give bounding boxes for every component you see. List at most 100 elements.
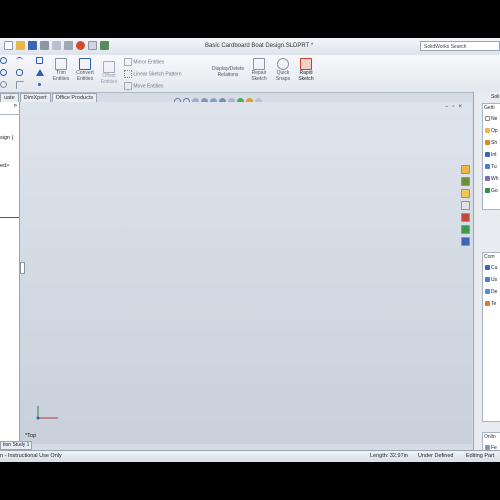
status-license: n - Instructional Use Only: [0, 453, 62, 459]
view-orientation-label: *Top: [25, 433, 37, 439]
task-pane-tabs: [461, 165, 472, 249]
solidworks-resources-icon[interactable]: [461, 165, 470, 174]
options-icon[interactable]: [100, 41, 109, 50]
repair-sketch-button[interactable]: Repair Sketch: [248, 58, 270, 82]
online-title: Onlin: [484, 434, 496, 440]
getting-started-title: Getti: [484, 105, 495, 111]
file-properties-icon[interactable]: [88, 41, 97, 50]
move-entities-button[interactable]: Move Entities: [124, 82, 163, 90]
offset-entities-button[interactable]: Offset Entities: [98, 61, 120, 85]
tab-dimxpert[interactable]: DimXpert: [19, 93, 51, 102]
polygon-icon[interactable]: [36, 69, 44, 76]
task-item-new-label: Ne: [491, 116, 498, 122]
community-item-discussion[interactable]: De: [485, 289, 497, 295]
community-item-customer[interactable]: Cu: [485, 265, 497, 271]
select-icon[interactable]: [64, 41, 73, 50]
move-label: Move Entities: [133, 83, 164, 90]
rectangle-icon[interactable]: [36, 57, 43, 64]
task-item-tutorials[interactable]: Tu: [485, 164, 497, 170]
getting-started-box: Getti Ne Op Sh Int Tu Wh Go: [482, 103, 500, 210]
forum-icon[interactable]: [461, 237, 470, 246]
task-item-whats-new[interactable]: Wh: [485, 176, 499, 182]
circle-icon[interactable]: [0, 57, 7, 64]
open-doc-icon: [485, 128, 490, 134]
open-icon[interactable]: [16, 41, 25, 50]
pattern-icon: [124, 70, 132, 78]
arc-icon[interactable]: [0, 69, 7, 76]
tab-evaluate[interactable]: uate: [0, 93, 19, 102]
spline-icon[interactable]: [16, 57, 23, 65]
rapid-sketch-button[interactable]: Rapid Sketch: [295, 58, 317, 82]
point-icon[interactable]: [38, 83, 41, 86]
file-explorer-icon[interactable]: [461, 189, 470, 198]
quick-snaps-button[interactable]: Quick Snaps: [272, 58, 294, 82]
repair-icon: [253, 58, 265, 70]
ellipse-icon[interactable]: [0, 81, 7, 88]
display-delete-relations-button[interactable]: Display/Delete Relations: [208, 66, 248, 78]
mirror-label: Mirror Entities: [133, 59, 165, 66]
feature-tree-part-name[interactable]: sign (: [0, 135, 13, 141]
customer-portal-icon: [485, 265, 490, 271]
task-item-open-label: Op: [491, 128, 498, 134]
community-box: Com Cu Us De Te: [482, 252, 500, 422]
trim-entities-button[interactable]: Trim Entities: [50, 58, 72, 82]
fillet-icon[interactable]: [16, 81, 24, 89]
user-groups-icon: [485, 277, 490, 283]
task-item-intro[interactable]: Int: [485, 152, 497, 158]
community-item-tech-alerts[interactable]: Te: [485, 301, 496, 307]
status-defined: Under Defined: [418, 453, 454, 459]
appearances-icon[interactable]: [461, 213, 470, 222]
community-item-customer-label: Cu: [491, 265, 498, 271]
whats-new-icon: [485, 176, 490, 182]
panel-separator: [0, 217, 19, 218]
tab-office-products[interactable]: Office Products: [51, 93, 98, 102]
mirror-icon: [124, 58, 132, 66]
task-pane-header: Soli: [491, 94, 500, 100]
panel-collapse-icon[interactable]: »: [14, 103, 17, 109]
quick-access-toolbar: [4, 41, 109, 50]
close-icon[interactable]: ×: [458, 104, 466, 110]
go-icon: [485, 188, 490, 194]
view-palette-icon[interactable]: [461, 201, 470, 210]
community-title: Com: [484, 254, 495, 260]
convert-icon: [79, 58, 91, 70]
window-title: Basic Cardboard Boat Design.SLDPRT *: [205, 43, 314, 49]
trim-label: Trim Entities: [52, 70, 70, 82]
task-item-new[interactable]: Ne: [485, 116, 497, 122]
split-handle[interactable]: [20, 262, 25, 274]
convert-entities-button[interactable]: Convert Entities: [74, 58, 96, 82]
task-item-intro-label: Int: [491, 152, 497, 158]
mirror-entities-button[interactable]: Mirror Entities: [124, 58, 164, 66]
print-icon[interactable]: [40, 41, 49, 50]
task-item-open[interactable]: Op: [485, 128, 498, 134]
custom-properties-icon[interactable]: [461, 225, 470, 234]
task-item-share-label: Sh: [491, 140, 498, 146]
save-icon[interactable]: [28, 41, 37, 50]
move-icon: [124, 82, 132, 90]
new-icon[interactable]: [4, 41, 13, 50]
triad-origin: [36, 416, 40, 420]
task-item-go[interactable]: Go: [485, 188, 498, 194]
solidworks-window: Basic Cardboard Boat Design.SLDPRT * Sol…: [0, 38, 500, 462]
trim-icon: [55, 58, 67, 70]
panel-divider: [0, 114, 19, 115]
task-item-share[interactable]: Sh: [485, 140, 497, 146]
design-library-icon[interactable]: [461, 177, 470, 186]
task-item-tutorials-label: Tu: [491, 164, 497, 170]
graphics-area[interactable]: −▫×: [20, 102, 472, 444]
feature-manager-panel: » sign ( ed>: [0, 102, 20, 444]
feature-tree-material[interactable]: ed>: [0, 163, 9, 169]
slot-icon[interactable]: [16, 69, 23, 76]
bottom-tab[interactable]: tion Study 1: [0, 441, 33, 450]
search-input[interactable]: SolidWorks Search: [420, 41, 500, 51]
window-controls: −▫×: [445, 104, 466, 110]
task-item-whats-new-label: Wh: [491, 176, 499, 182]
display-delete-label: Display/Delete Relations: [211, 66, 245, 78]
undo-icon[interactable]: [52, 41, 61, 50]
community-item-user-groups[interactable]: Us: [485, 277, 497, 283]
community-item-discussion-label: De: [491, 289, 498, 295]
task-pane: Soli Getti Ne Op Sh Int Tu Wh Go Com Cu …: [473, 92, 500, 462]
repair-label: Repair Sketch: [251, 70, 267, 82]
rebuild-icon[interactable]: [76, 41, 85, 50]
linear-pattern-button[interactable]: Linear Sketch Pattern: [124, 70, 181, 78]
